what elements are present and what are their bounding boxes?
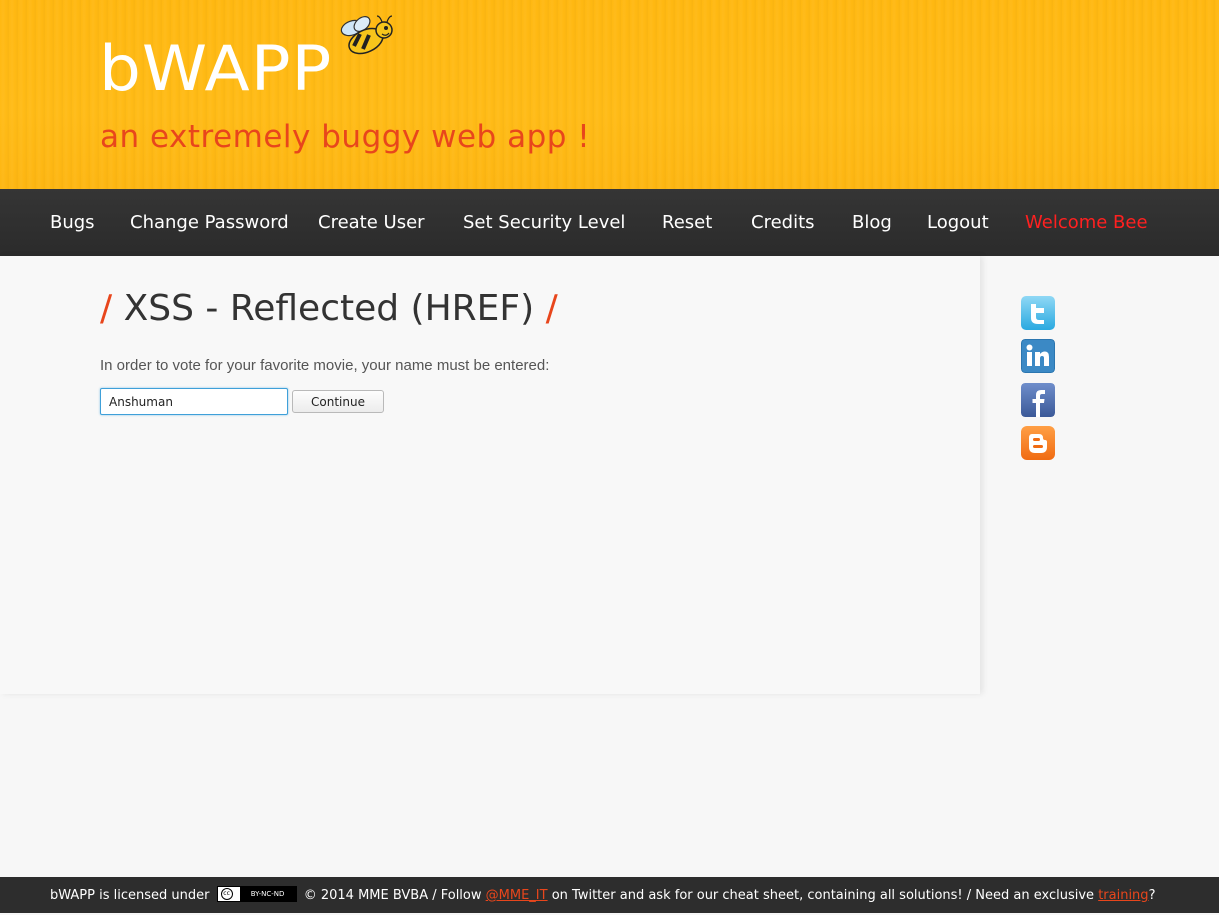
page-title-text: XSS - Reflected (HREF) <box>123 288 535 329</box>
footer-question-mark: ? <box>1148 888 1156 903</box>
training-link[interactable]: training <box>1098 888 1148 903</box>
nav-change-password[interactable]: Change Password <box>130 189 289 256</box>
bee-icon <box>340 15 393 55</box>
site-footer: bWAPP is licensed under cc BY-NC-ND © 20… <box>0 877 1219 913</box>
cc-badge-label: BY-NC-ND <box>239 886 296 901</box>
nav-credits[interactable]: Credits <box>751 189 815 256</box>
site-logo[interactable]: bWAPP <box>99 32 332 106</box>
nav-logout[interactable]: Logout <box>927 189 989 256</box>
site-header: bWAPP an extremely buggy web app ! <box>0 0 1219 189</box>
nav-reset[interactable]: Reset <box>662 189 712 256</box>
linkedin-icon[interactable] <box>1021 339 1055 373</box>
vote-prompt: In order to vote for your favorite movie… <box>100 357 550 374</box>
title-slash-left: / <box>100 288 113 329</box>
twitter-icon[interactable] <box>1021 296 1055 330</box>
nav-create-user[interactable]: Create User <box>318 189 425 256</box>
blogger-icon[interactable] <box>1021 426 1055 460</box>
nav-welcome-user[interactable]: Welcome Bee <box>1025 189 1148 256</box>
page-title: / XSS - Reflected (HREF) / <box>100 281 558 337</box>
site-tagline: an extremely buggy web app ! <box>100 119 591 155</box>
facebook-icon[interactable] <box>1021 383 1055 417</box>
main-nav: Bugs Change Password Create User Set Sec… <box>0 189 1219 256</box>
nav-bugs[interactable]: Bugs <box>50 189 95 256</box>
title-slash-right: / <box>545 288 558 329</box>
nav-set-security-level[interactable]: Set Security Level <box>463 189 625 256</box>
continue-button[interactable]: Continue <box>292 390 384 413</box>
twitter-handle-link[interactable]: @MME_IT <box>486 888 548 903</box>
footer-copyright-text: © 2014 MME BVBA / Follow <box>303 888 482 903</box>
footer-cheatsheet-text: on Twitter and ask for our cheat sheet, … <box>551 888 1095 903</box>
cc-license-badge[interactable]: cc BY-NC-ND <box>216 885 297 902</box>
name-input[interactable] <box>100 388 288 415</box>
footer-license-text: bWAPP is licensed under <box>50 888 210 903</box>
nav-blog[interactable]: Blog <box>852 189 892 256</box>
